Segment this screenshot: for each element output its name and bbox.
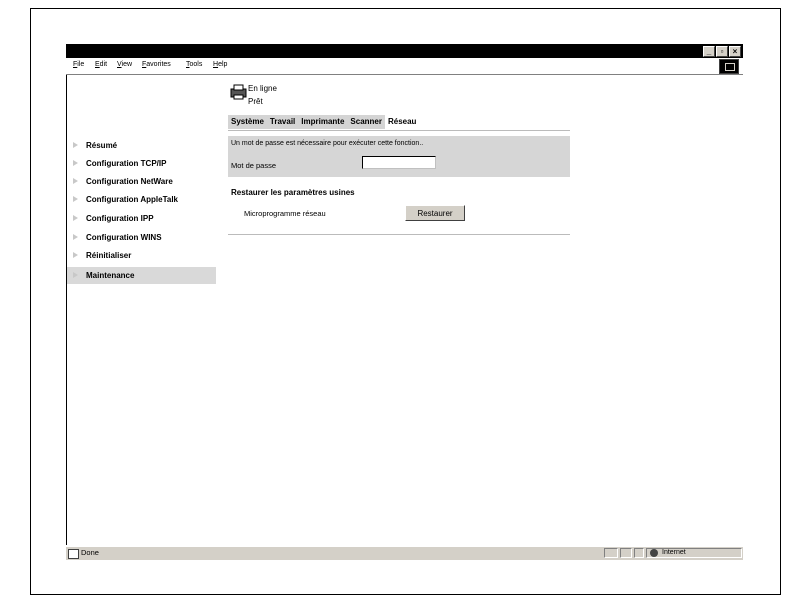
sidebar-item-ipp[interactable]: Configuration IPP	[66, 210, 216, 227]
sidebar-item-label: Configuration NetWare	[86, 177, 173, 186]
sidebar-item-label: Résumé	[86, 141, 118, 150]
printer-status-online: En ligne	[248, 84, 277, 93]
arrow-right-icon	[73, 178, 78, 184]
arrow-right-icon	[73, 142, 78, 148]
status-bar: Done Internet	[66, 546, 743, 560]
sidebar-item-label: Configuration WINS	[86, 233, 162, 242]
status-cell	[634, 548, 644, 558]
status-text: Done	[81, 548, 99, 557]
minimize-button[interactable]: _	[703, 46, 715, 57]
arrow-right-icon	[73, 272, 78, 278]
menu-view[interactable]: View	[117, 61, 132, 68]
restore-button[interactable]: ▫	[716, 46, 728, 57]
sidebar-item-label: Configuration IPP	[86, 214, 154, 223]
security-zone: Internet	[646, 548, 742, 558]
sidebar-item-reinitialiser[interactable]: Réinitialiser	[66, 247, 216, 264]
sidebar-item-tcpip[interactable]: Configuration TCP/IP	[66, 155, 216, 172]
frame-left-border	[66, 75, 67, 545]
arrow-right-icon	[73, 215, 78, 221]
menu-file[interactable]: File	[73, 61, 84, 68]
tab-imprimante[interactable]: Imprimante	[298, 115, 347, 129]
arrow-right-icon	[73, 252, 78, 258]
tab-travail[interactable]: Travail	[267, 115, 298, 129]
sidebar-item-wins[interactable]: Configuration WINS	[66, 229, 216, 246]
menu-bar: File Edit View Favorites Tools Help	[66, 58, 743, 75]
password-required-message: Un mot de passe est nécessaire pour exéc…	[231, 140, 424, 147]
password-panel: Un mot de passe est nécessaire pour exéc…	[228, 136, 570, 177]
password-label: Mot de passe	[231, 161, 277, 170]
sidebar-item-resume[interactable]: Résumé	[66, 137, 216, 154]
menu-help[interactable]: Help	[213, 61, 227, 68]
menu-edit[interactable]: Edit	[95, 61, 107, 68]
page-done-icon	[68, 549, 79, 559]
sidebar-item-netware[interactable]: Configuration NetWare	[66, 173, 216, 190]
status-cell	[620, 548, 632, 558]
tab-underline	[228, 130, 570, 131]
menu-favorites[interactable]: Favorites	[142, 61, 171, 68]
restore-button[interactable]: Restaurer	[405, 205, 465, 221]
arrow-right-icon	[73, 196, 78, 202]
password-input[interactable]	[362, 156, 436, 169]
printer-status-ready: Prêt	[248, 97, 263, 106]
firmware-label: Microprogramme réseau	[244, 209, 326, 218]
status-cell	[604, 548, 618, 558]
security-zone-label: Internet	[662, 549, 686, 556]
arrow-right-icon	[73, 234, 78, 240]
restore-section-title: Restaurer les paramètres usines	[231, 188, 355, 197]
sidebar-item-label: Configuration TCP/IP	[86, 159, 167, 168]
sidebar-item-label: Réinitialiser	[86, 251, 132, 260]
windows-logo-icon	[719, 59, 739, 74]
close-button[interactable]: ×	[729, 46, 741, 57]
title-bar: _ ▫ ×	[66, 44, 743, 58]
tab-scanner[interactable]: Scanner	[347, 115, 385, 129]
arrow-right-icon	[73, 160, 78, 166]
printer-icon	[230, 84, 247, 100]
sidebar-item-label: Maintenance	[86, 271, 135, 280]
sidebar-item-maintenance[interactable]: Maintenance	[66, 267, 216, 284]
section-separator	[228, 234, 570, 235]
sidebar-item-label: Configuration AppleTalk	[86, 195, 178, 204]
tab-systeme[interactable]: Système	[228, 115, 267, 129]
menu-tools[interactable]: Tools	[186, 61, 202, 68]
tab-bar: Système Travail Imprimante Scanner Résea…	[228, 115, 420, 129]
globe-icon	[650, 549, 658, 557]
tab-reseau[interactable]: Réseau	[384, 115, 420, 129]
sidebar-item-appletalk[interactable]: Configuration AppleTalk	[66, 191, 216, 208]
